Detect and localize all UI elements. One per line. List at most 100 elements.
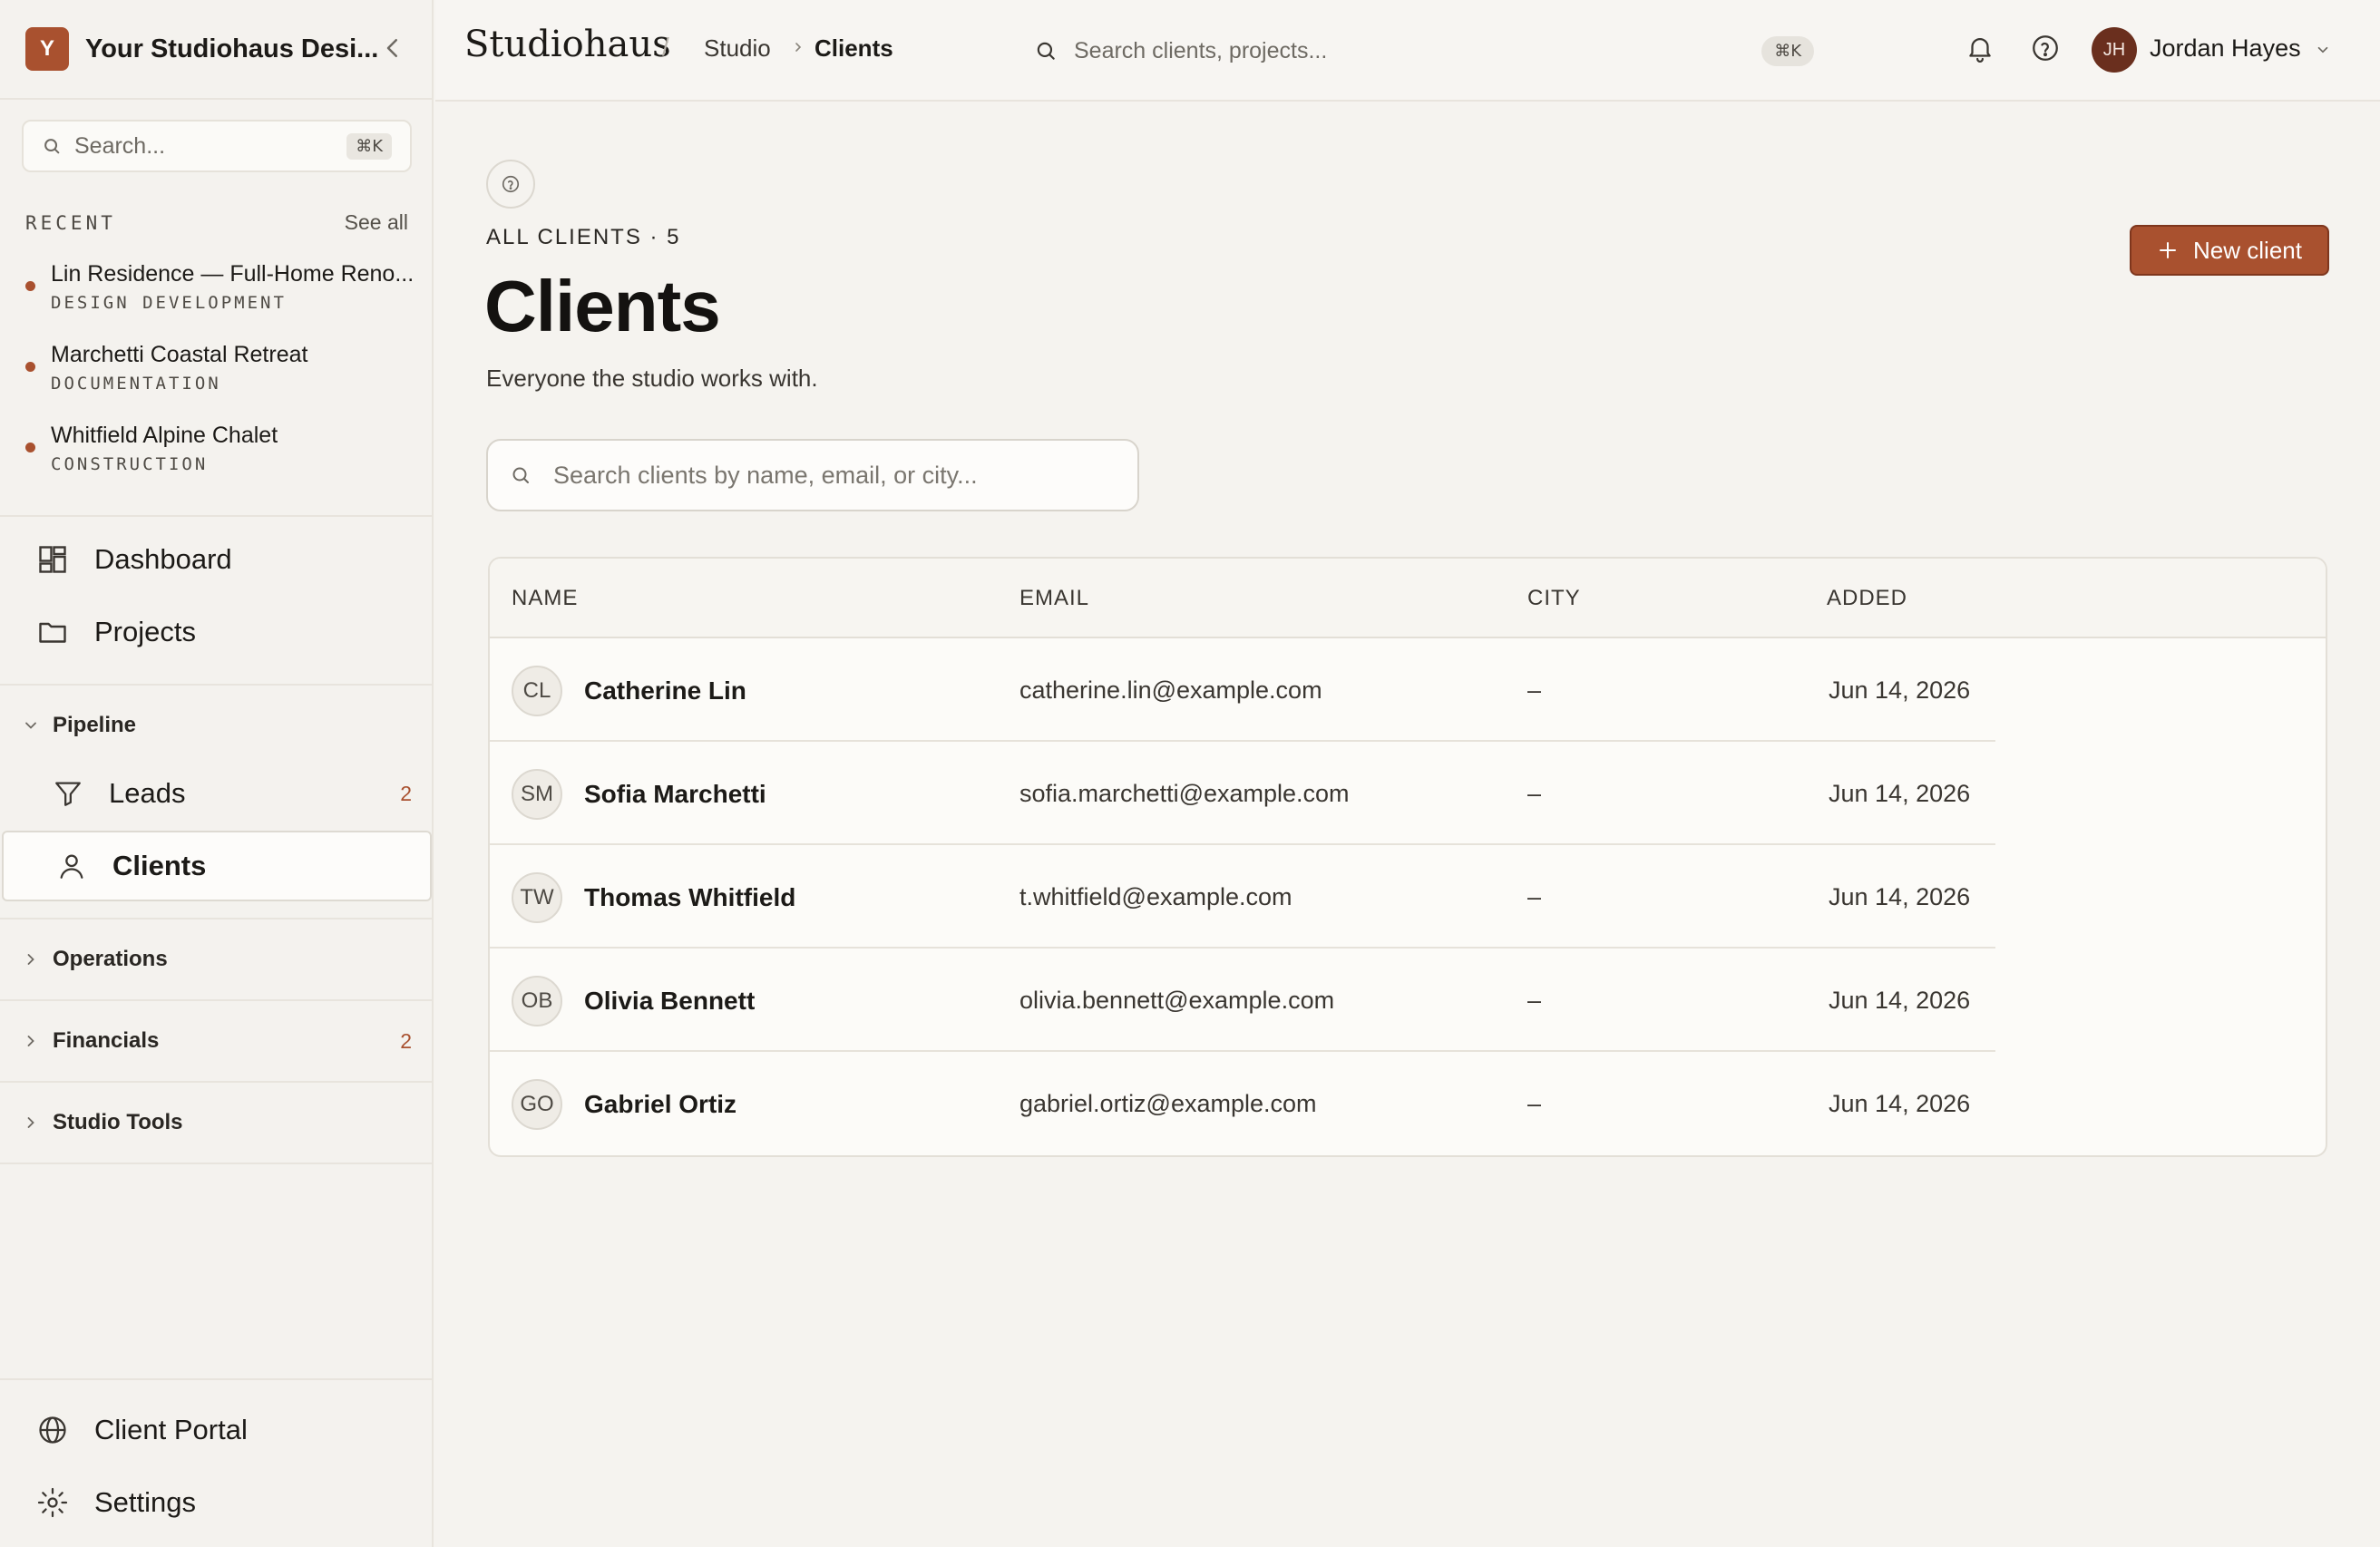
column-header-city[interactable]: CITY (1527, 586, 1581, 611)
column-header-email[interactable]: EMAIL (1019, 586, 1089, 611)
client-email: sofia.marchetti@example.com (1019, 780, 1350, 807)
workspace-name: Your Studiohaus Desi... (85, 34, 379, 63)
recent-project-stage: CONSTRUCTION (51, 454, 209, 474)
client-name[interactable]: Gabriel Ortiz (584, 1090, 736, 1119)
client-added: Jun 14, 2026 (1829, 676, 1971, 704)
collapse-sidebar-icon[interactable] (379, 34, 406, 62)
client-city: – (1527, 676, 1542, 704)
workspace-switcher[interactable]: Y Your Studiohaus Desi... (0, 0, 432, 100)
table-row[interactable]: OB Olivia Bennett olivia.bennett@example… (490, 949, 2326, 1052)
client-search-placeholder: Search clients by name, email, or city..… (553, 461, 978, 489)
divider (0, 918, 434, 919)
column-header-name[interactable]: NAME (512, 586, 578, 611)
search-icon (1037, 42, 1055, 60)
nav-item-leads[interactable]: Leads 2 (0, 758, 434, 829)
client-city: – (1527, 987, 1542, 1014)
nav-item-clients[interactable]: Clients (2, 831, 432, 901)
group-label: Operations (53, 947, 168, 971)
recent-project-stage: DESIGN DEVELOPMENT (51, 293, 287, 313)
workspace-logo: Y (25, 27, 69, 71)
divider (0, 515, 434, 517)
client-city: – (1527, 780, 1542, 807)
nav-label: Projects (94, 616, 196, 647)
count-badge: 2 (400, 1028, 412, 1053)
client-email: t.whitfield@example.com (1019, 883, 1292, 910)
plus-icon (2160, 242, 2177, 258)
status-dot (25, 281, 35, 291)
recent-project-item[interactable]: Whitfield Alpine Chalet CONSTRUCTION (25, 423, 408, 474)
folder-icon (39, 622, 66, 643)
nav-label: Settings (94, 1486, 197, 1518)
client-added: Jun 14, 2026 (1829, 1090, 1971, 1117)
recent-project-item[interactable]: Marchetti Coastal Retreat DOCUMENTATION (25, 342, 408, 394)
client-name[interactable]: Sofia Marchetti (584, 780, 766, 809)
page-help-button[interactable] (486, 160, 535, 209)
new-client-button[interactable]: New client (2130, 225, 2329, 276)
chevron-right-icon (27, 1036, 34, 1046)
search-icon (44, 139, 60, 154)
divider (0, 1081, 434, 1083)
group-pipeline[interactable]: Pipeline (0, 698, 434, 753)
nav-label: Dashboard (94, 543, 232, 575)
client-name[interactable]: Thomas Whitfield (584, 883, 795, 912)
client-search-input[interactable]: Search clients by name, email, or city..… (486, 439, 1139, 511)
group-financials[interactable]: Financials 2 (0, 1014, 434, 1068)
client-email: olivia.bennett@example.com (1019, 987, 1335, 1014)
table-row[interactable]: SM Sofia Marchetti sofia.marchetti@examp… (490, 742, 2326, 845)
sidebar: Y Your Studiohaus Desi... Search... ⌘K R… (0, 0, 434, 1547)
nav-label: Leads (109, 777, 186, 809)
sidebar-search-placeholder: Search... (74, 132, 166, 159)
nav-item-settings[interactable]: Settings (0, 1467, 434, 1538)
recent-project-item[interactable]: Lin Residence — Full-Home Reno... DESIGN… (25, 261, 414, 313)
help-icon (502, 175, 520, 193)
nav-label: Client Portal (94, 1414, 248, 1445)
avatar[interactable]: JH (2092, 27, 2137, 73)
client-name[interactable]: Olivia Bennett (584, 987, 755, 1016)
nav-item-client-portal[interactable]: Client Portal (0, 1395, 434, 1465)
sidebar-search[interactable]: Search... ⌘K (22, 120, 412, 172)
client-added: Jun 14, 2026 (1829, 780, 1971, 807)
group-label: Studio Tools (53, 1110, 183, 1134)
group-operations[interactable]: Operations (0, 932, 434, 987)
recent-title: RECENT (25, 211, 116, 234)
group-studio-tools[interactable]: Studio Tools (0, 1095, 434, 1150)
gear-icon (37, 1487, 68, 1518)
client-email: gabriel.ortiz@example.com (1019, 1090, 1317, 1117)
chevron-right-icon (27, 954, 34, 965)
client-city: – (1527, 883, 1542, 910)
chevron-right-icon (795, 43, 802, 52)
clients-table: NAME EMAIL CITY ADDED CL Catherine Lin c… (488, 557, 2327, 1157)
page-subtitle: Everyone the studio works with. (486, 365, 818, 392)
count-badge: 2 (400, 781, 412, 805)
recent-project-stage: DOCUMENTATION (51, 374, 221, 394)
group-label: Pipeline (53, 713, 137, 737)
client-added: Jun 14, 2026 (1829, 987, 1971, 1014)
breadcrumb-studio[interactable]: Studio (704, 34, 771, 63)
client-name[interactable]: Catherine Lin (584, 676, 746, 705)
help-icon[interactable] (2030, 33, 2061, 63)
brand-logo[interactable]: Studiohaus (464, 24, 671, 65)
nav-label: Clients (112, 850, 207, 881)
see-all-link[interactable]: See all (345, 210, 408, 235)
column-header-added[interactable]: ADDED (1827, 586, 1907, 611)
client-avatar: SM (512, 769, 562, 820)
bell-icon[interactable] (1965, 33, 1995, 63)
divider (0, 684, 434, 686)
chevron-down-icon (25, 722, 36, 729)
table-header: NAME EMAIL CITY ADDED (490, 559, 2326, 638)
user-name[interactable]: Jordan Hayes (2150, 34, 2301, 63)
breadcrumb-clients: Clients (814, 34, 893, 62)
divider (0, 1378, 434, 1380)
nav-item-dashboard[interactable]: Dashboard (0, 524, 434, 595)
global-search[interactable]: Search clients, projects... ⌘K (1034, 27, 1814, 74)
chevron-down-icon[interactable] (2315, 42, 2331, 58)
client-city: – (1527, 1090, 1542, 1117)
client-avatar: TW (512, 872, 562, 923)
client-avatar: OB (512, 976, 562, 1026)
recent-project-name: Lin Residence — Full-Home Reno... (51, 261, 415, 287)
table-row[interactable]: TW Thomas Whitfield t.whitfield@example.… (490, 845, 2326, 949)
nav-item-projects[interactable]: Projects (0, 597, 434, 667)
table-row[interactable]: GO Gabriel Ortiz gabriel.ortiz@example.c… (490, 1052, 2326, 1155)
new-client-label: New client (2193, 236, 2302, 264)
table-row[interactable]: CL Catherine Lin catherine.lin@example.c… (490, 638, 2326, 742)
